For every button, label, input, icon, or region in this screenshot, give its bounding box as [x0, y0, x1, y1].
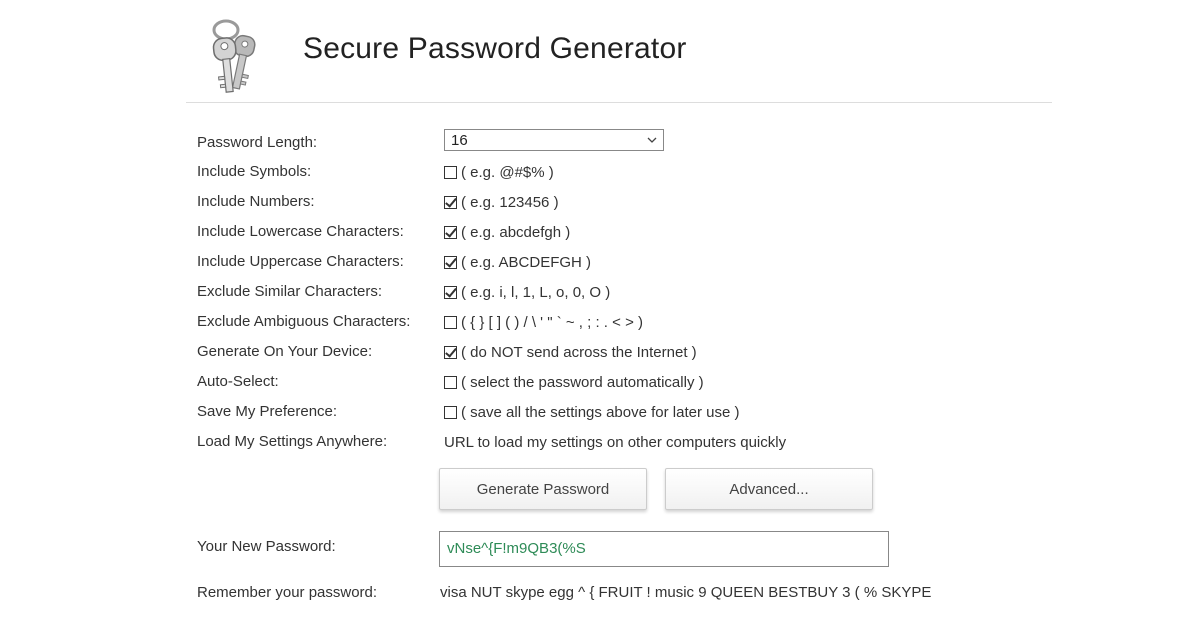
row-include-uppercase: Include Uppercase Characters: ( e.g. ABC…: [197, 250, 1057, 274]
auto-select-checkbox[interactable]: [444, 375, 457, 389]
new-password-field[interactable]: vNse^{F!m9QB3(%S: [439, 531, 889, 567]
row-include-lowercase: Include Lowercase Characters: ( e.g. abc…: [197, 220, 1057, 244]
row-exclude-similar: Exclude Similar Characters: ( e.g. i, l,…: [197, 280, 1057, 304]
row-password-length: Password Length: 16: [197, 129, 1057, 155]
include-symbols-hint: ( e.g. @#$% ): [461, 163, 554, 181]
include-uppercase-label: Include Uppercase Characters:: [197, 253, 404, 270]
include-lowercase-checkbox[interactable]: [444, 224, 457, 239]
load-settings-link[interactable]: URL to load my settings on other compute…: [444, 434, 786, 451]
auto-select-hint: ( select the password automatically ): [461, 373, 704, 391]
row-include-symbols: Include Symbols: ( e.g. @#$% ): [197, 160, 1057, 184]
new-password-value: vNse^{F!m9QB3(%S: [447, 540, 586, 557]
include-symbols-label: Include Symbols:: [197, 163, 312, 180]
row-auto-select: Auto-Select: ( select the password autom…: [197, 370, 1057, 394]
load-settings-label: Load My Settings Anywhere:: [197, 433, 388, 450]
include-symbols-checkbox[interactable]: [444, 165, 457, 179]
chevron-down-icon: [647, 137, 657, 143]
save-preference-label: Save My Preference:: [197, 403, 338, 420]
advanced-button[interactable]: Advanced...: [665, 468, 873, 510]
password-length-value: 16: [451, 132, 468, 149]
exclude-ambiguous-label: Exclude Ambiguous Characters:: [197, 313, 411, 330]
new-password-label: Your New Password:: [197, 538, 336, 555]
exclude-similar-label: Exclude Similar Characters:: [197, 283, 383, 300]
exclude-ambiguous-hint: ( { } [ ] ( ) / \ ' " ` ~ , ; : . < > ): [461, 313, 643, 331]
exclude-ambiguous-checkbox[interactable]: [444, 315, 457, 329]
generate-on-device-hint: ( do NOT send across the Internet ): [461, 343, 697, 361]
exclude-similar-hint: ( e.g. i, l, 1, L, o, 0, O ): [461, 283, 611, 301]
include-numbers-label: Include Numbers:: [197, 193, 315, 210]
save-preference-checkbox[interactable]: [444, 405, 457, 419]
page: Secure Password Generator Password Lengt…: [0, 0, 1200, 630]
keys-icon: [212, 19, 256, 93]
header: Secure Password Generator: [186, 0, 1052, 103]
row-generate-on-device: Generate On Your Device: ( do NOT send a…: [197, 340, 1057, 364]
include-numbers-checkbox[interactable]: [444, 194, 457, 209]
row-include-numbers: Include Numbers: ( e.g. 123456 ): [197, 190, 1057, 214]
generate-on-device-label: Generate On Your Device:: [197, 343, 373, 360]
include-numbers-hint: ( e.g. 123456 ): [461, 193, 559, 211]
include-lowercase-label: Include Lowercase Characters:: [197, 223, 404, 240]
generate-password-button[interactable]: Generate Password: [439, 468, 647, 510]
row-load-settings: Load My Settings Anywhere: URL to load m…: [197, 430, 1057, 454]
password-length-label: Password Length:: [197, 134, 318, 151]
page-title: Secure Password Generator: [303, 32, 687, 65]
include-uppercase-hint: ( e.g. ABCDEFGH ): [461, 253, 592, 271]
exclude-similar-checkbox[interactable]: [444, 284, 457, 299]
row-exclude-ambiguous: Exclude Ambiguous Characters: ( { } [ ] …: [197, 310, 1057, 334]
row-save-preference: Save My Preference: ( save all the setti…: [197, 400, 1057, 424]
include-lowercase-hint: ( e.g. abcdefgh ): [461, 223, 571, 241]
save-preference-hint: ( save all the settings above for later …: [461, 403, 740, 421]
remember-password-value: visa NUT skype egg ^ { FRUIT ! music 9 Q…: [440, 584, 932, 601]
generate-on-device-checkbox[interactable]: [444, 344, 457, 359]
password-length-select[interactable]: 16: [444, 129, 664, 151]
auto-select-label: Auto-Select:: [197, 373, 279, 390]
include-uppercase-checkbox[interactable]: [444, 254, 457, 269]
remember-password-label: Remember your password:: [197, 584, 378, 601]
